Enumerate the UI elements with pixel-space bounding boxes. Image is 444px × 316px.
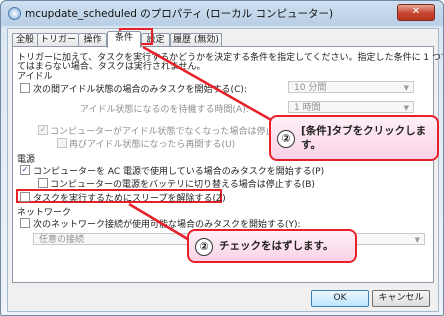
tab-callout: ② [条件]タブをクリックしま す。 [269, 115, 439, 161]
properties-window: mcupdate_scheduled のプロパティ (ローカル コンピューター)… [0, 0, 444, 316]
tab-callout-text: [条件]タブをクリックしま す。 [301, 125, 427, 151]
step-number-badge: ② [195, 238, 213, 256]
check-callout: ② チェックをはずします。 [187, 229, 357, 263]
check-callout-arrow [128, 202, 192, 243]
check-callout-text: チェックをはずします。 [219, 240, 334, 252]
tab-conditions[interactable]: 条件 [107, 31, 141, 48]
tab-callout-arrow [142, 45, 288, 131]
step-number-badge: ② [277, 130, 295, 148]
